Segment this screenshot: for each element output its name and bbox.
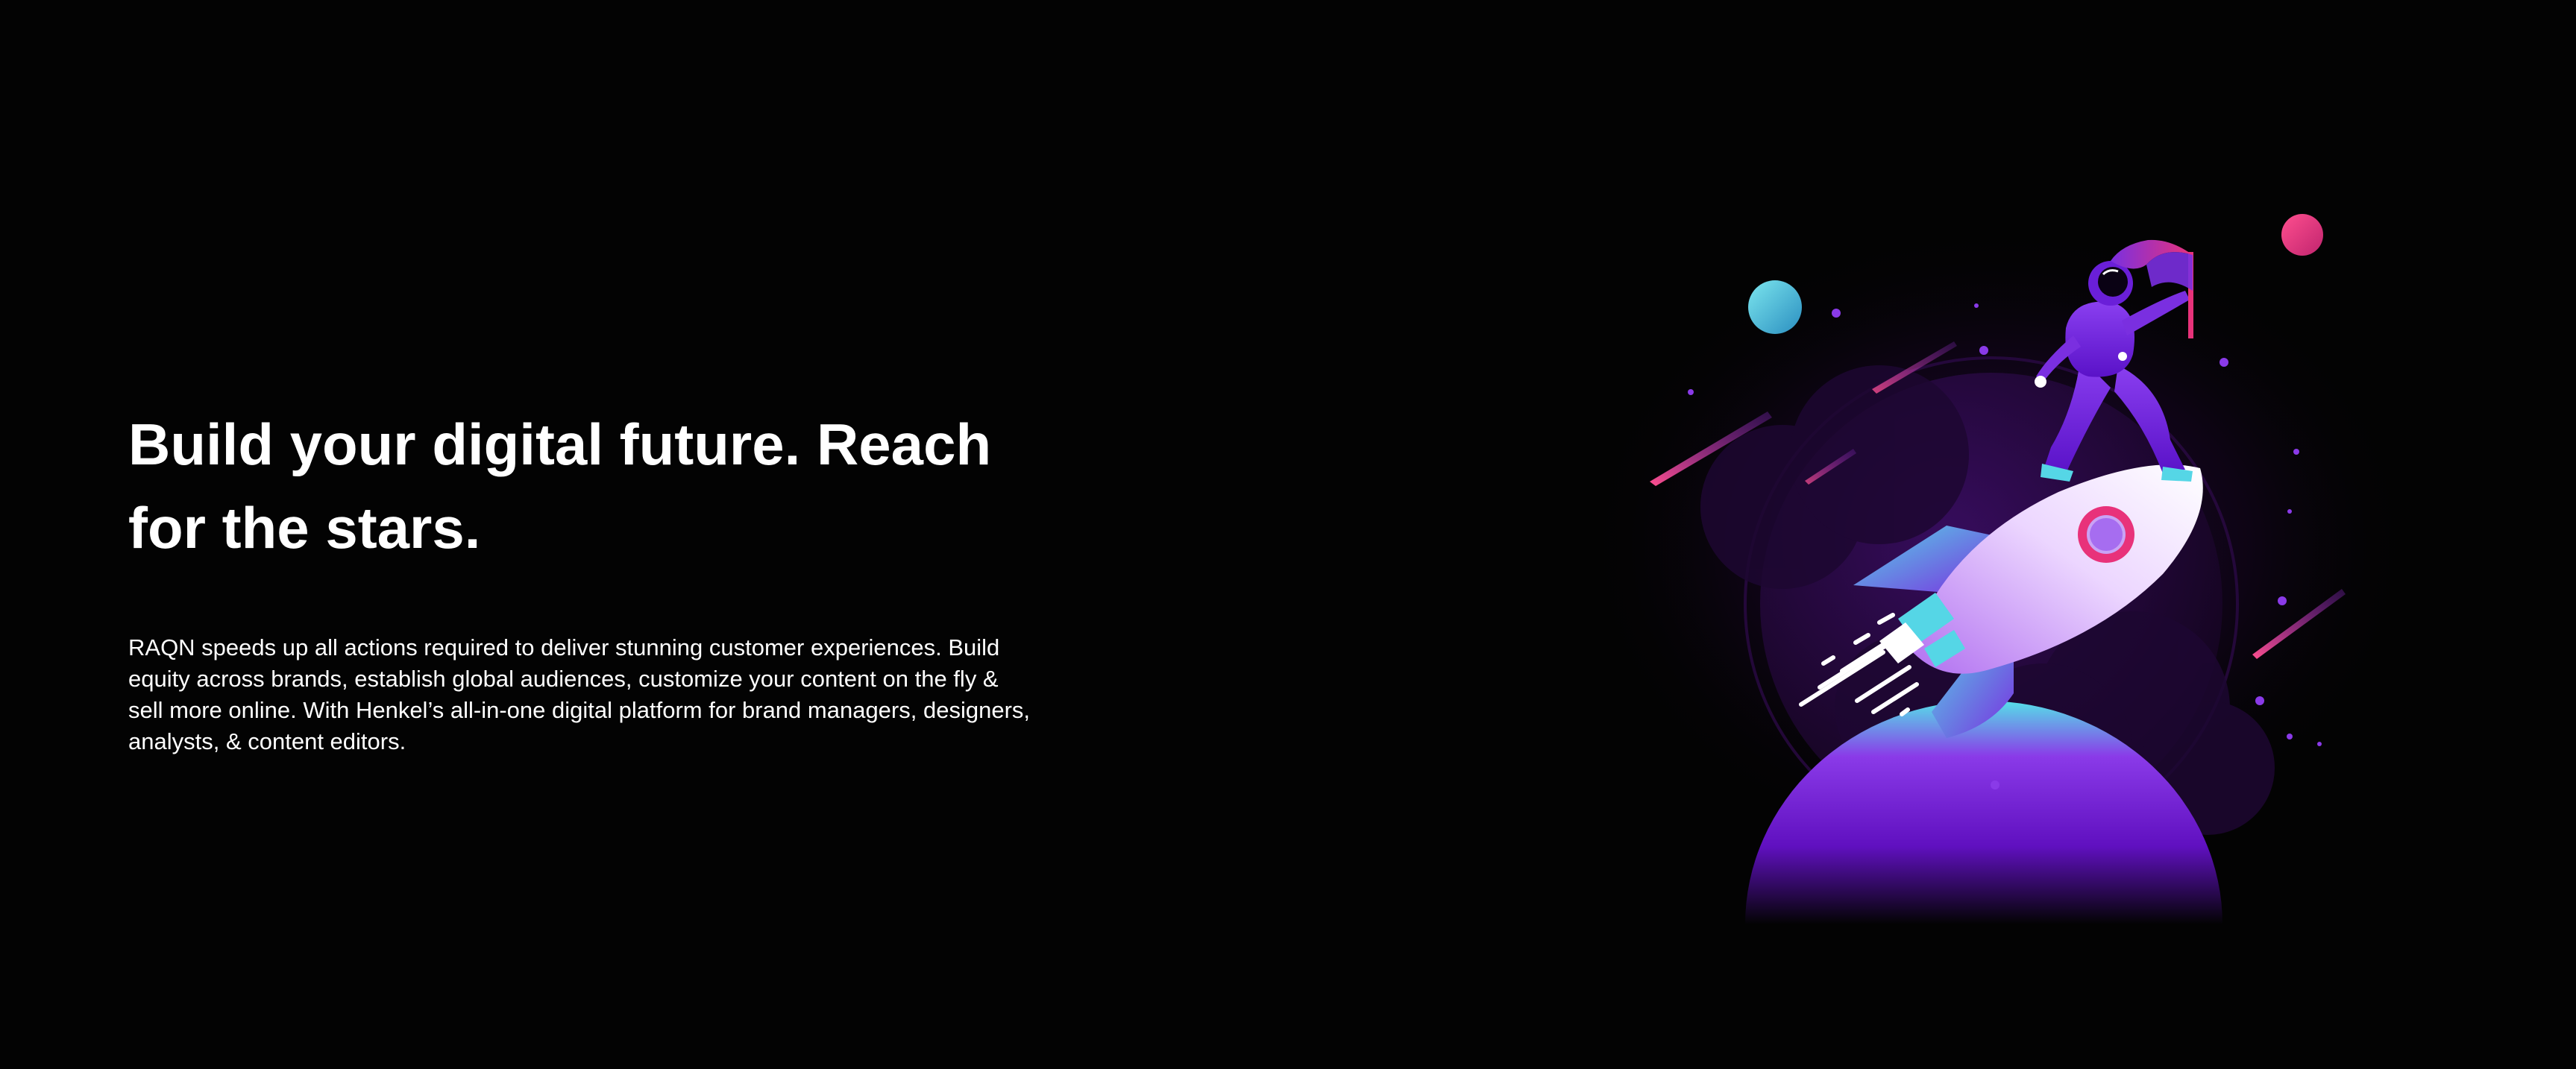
cyan-orb — [1748, 280, 1802, 334]
pink-orb — [2281, 214, 2323, 256]
hero-title: Build your digital future. Reach for the… — [128, 411, 992, 561]
hero-description: RAQN speeds up all actions required to d… — [128, 634, 1030, 754]
page: Build your digital future. Reach for the… — [0, 0, 2576, 1069]
hero-text-block: Build your digital future. Reach for the… — [128, 403, 1038, 757]
astronaut-rocket-illustration — [1596, 214, 2416, 924]
